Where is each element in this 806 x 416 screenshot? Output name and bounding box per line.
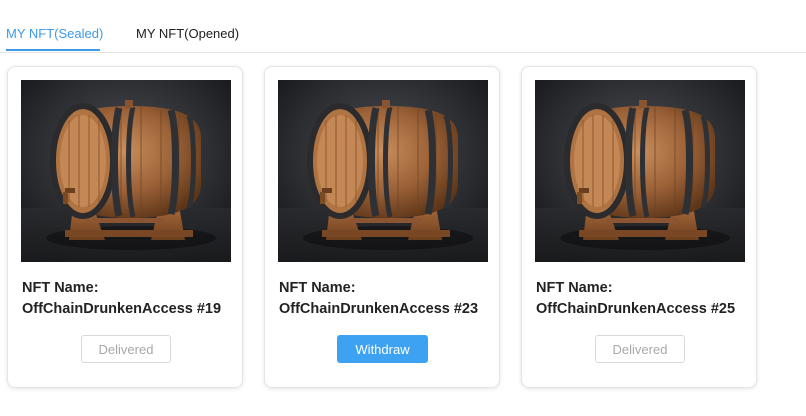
nft-name-value: OffChainDrunkenAccess #23 <box>279 301 479 317</box>
nft-card: NFT Name: OffChainDrunkenAccess #25 Deli… <box>521 66 757 388</box>
delivered-button[interactable]: Delivered <box>81 335 171 363</box>
nft-name-label: NFT Name: <box>279 280 356 296</box>
nft-name-label: NFT Name: <box>536 280 613 296</box>
tab-opened[interactable]: MY NFT(Opened) <box>136 26 239 42</box>
wine-barrel-image <box>278 80 488 262</box>
nft-name-value: OffChainDrunkenAccess #19 <box>22 301 222 317</box>
active-tab-indicator <box>6 49 100 51</box>
nft-tab-bar: MY NFT(Sealed) MY NFT(Opened) <box>0 0 806 53</box>
tab-sealed[interactable]: MY NFT(Sealed) <box>6 26 103 42</box>
nft-name-value: OffChainDrunkenAccess #25 <box>536 301 736 317</box>
wine-barrel-image <box>21 80 231 262</box>
wine-barrel-image <box>535 80 745 262</box>
nft-name-label: NFT Name: <box>22 280 99 296</box>
delivered-button[interactable]: Delivered <box>595 335 685 363</box>
nft-card: NFT Name: OffChainDrunkenAccess #19 Deli… <box>7 66 243 388</box>
nft-card: NFT Name: OffChainDrunkenAccess #23 With… <box>264 66 500 388</box>
withdraw-button[interactable]: Withdraw <box>337 335 428 363</box>
